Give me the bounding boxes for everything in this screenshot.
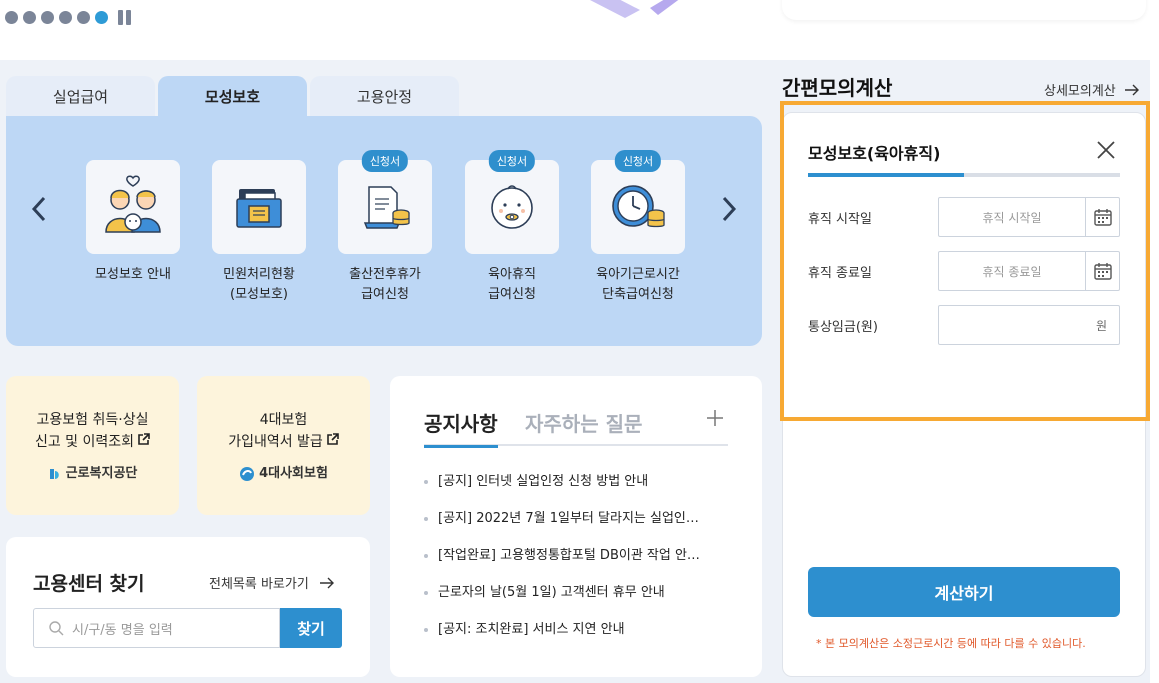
next-arrow-icon[interactable] [714,194,744,224]
detailed-calc-link[interactable]: 상세모의계산 [1044,80,1140,99]
service-label: 모성보호 안내 [95,267,171,282]
more-plus-icon[interactable] [706,408,724,433]
finder-title: 고용센터 찾기 [33,573,145,595]
service-label: 급여신청 [361,287,409,302]
application-badge: 신청서 [488,150,536,172]
find-button[interactable]: 찾기 [280,608,342,648]
service-maternity-leave-benefit[interactable]: 신청서 출산전후휴가 급여신청 [325,150,445,305]
shortcut-label: 4대보험 [259,412,308,428]
page-edge [1150,0,1159,683]
calculator-focus-highlight [780,101,1150,421]
document-coins-icon [363,186,410,229]
prev-arrow-icon[interactable] [24,194,54,224]
view-all-link[interactable]: 전체목록 바로가기 [209,573,335,592]
tab-faq[interactable]: 자주하는 질문 [525,408,642,437]
service-reduced-hours-benefit[interactable]: 신청서 육아기근로시간 단축급여신청 [578,150,698,305]
banner-dot[interactable] [41,11,54,24]
view-all-label: 전체목록 바로가기 [209,577,309,592]
employment-center-finder: 고용센터 찾기 전체목록 바로가기 시/구/동 명을 입력 찾기 [6,537,370,677]
detailed-calc-label: 상세모의계산 [1044,84,1116,99]
service-label: 단축급여신청 [602,287,674,302]
shortcut-4insurance-certificate[interactable]: 4대보험 가입내역서 발급 4대사회보험 [197,376,370,515]
clock-coins-icon [612,185,665,228]
calculator-title: 간편모의계산 [782,76,893,100]
banner-decoration-icon [590,0,679,18]
external-link-icon [326,432,339,454]
4insurance-logo-icon [240,467,255,481]
tab-notice[interactable]: 공지사항 [424,408,498,448]
shortcut-label: 신고 및 이력조회 [34,434,135,450]
pause-icon[interactable] [118,10,131,25]
shortcut-insurance-history[interactable]: 고용보험 취득·상실 신고 및 이력조회 근로복지공단 [6,376,179,515]
shortcut-label: 고용보험 취득·상실 [36,412,149,428]
service-maternity-guide[interactable]: 모성보호 안내 [73,160,193,285]
region-search-input[interactable]: 시/구/동 명을 입력 [33,608,280,648]
service-parental-leave-benefit[interactable]: 신청서 육아휴직 급여신청 [452,150,572,305]
notice-item[interactable]: [공지] 인터넷 실업인정 신청 방법 안내 [424,472,724,509]
service-label: 출산전후휴가 [349,267,421,282]
service-panel: 모성보호 안내 민원처리현황 (모성보호) 신청서 출산전후휴가 급여신청 신청… [6,116,762,346]
tab-employment-stability[interactable]: 고용안정 [310,76,459,116]
service-label: 민원처리현황 [223,267,295,282]
service-label: 육아휴직 [488,267,536,282]
notice-item[interactable]: [작업완료] 고용행정통합포털 DB이관 작업 안… [424,546,724,583]
folder-document-icon [212,160,306,254]
search-placeholder: 시/구/동 명을 입력 [72,622,173,638]
top-info-card [782,0,1146,20]
org-name: 4대사회보험 [259,466,328,481]
notice-board: 공지사항 자주하는 질문 [공지] 인터넷 실업인정 신청 방법 안내 [공지]… [390,376,762,677]
notice-item[interactable]: [공지] 2022년 7월 1일부터 달라지는 실업인… [424,509,724,546]
service-label: 급여신청 [488,287,536,302]
arrow-right-icon [319,577,334,589]
family-icon [86,160,180,254]
application-badge: 신청서 [361,150,409,172]
tab-maternity[interactable]: 모성보호 [158,76,307,116]
org-name: 근로복지공단 [65,466,138,481]
notice-list: [공지] 인터넷 실업인정 신청 방법 안내 [공지] 2022년 7월 1일부… [424,472,724,657]
baby-icon [491,185,533,229]
service-complaint-status[interactable]: 민원처리현황 (모성보호) [199,160,319,305]
banner-dot[interactable] [5,11,18,24]
shortcut-label: 가입내역서 발급 [228,434,323,450]
service-label: 육아기근로시간 [596,267,680,282]
banner-dot[interactable] [23,11,36,24]
arrow-right-icon [1124,84,1139,96]
banner-dot-active[interactable] [95,11,108,24]
service-label: (모성보호) [230,287,288,302]
external-link-icon [137,432,150,454]
banner-dot[interactable] [77,11,90,24]
calculator-disclaimer: * 본 모의계산은 소정근로시간 등에 따라 다를 수 있습니다. [816,637,1086,650]
notice-tabs: 공지사항 자주하는 질문 [424,408,728,448]
banner-dot[interactable] [59,11,72,24]
notice-item[interactable]: [공지: 조치완료] 서비스 지연 안내 [424,620,724,657]
search-icon [49,621,64,636]
tab-unemployment[interactable]: 실업급여 [6,76,155,116]
service-tabs: 실업급여 모성보호 고용안정 [6,76,459,116]
notice-item[interactable]: 근로자의 날(5월 1일) 고객센터 휴무 안내 [424,583,724,620]
banner-pagination [5,10,131,25]
application-badge: 신청서 [614,150,662,172]
kcomwel-logo-icon [49,469,59,479]
calculate-button[interactable]: 계산하기 [808,567,1120,617]
